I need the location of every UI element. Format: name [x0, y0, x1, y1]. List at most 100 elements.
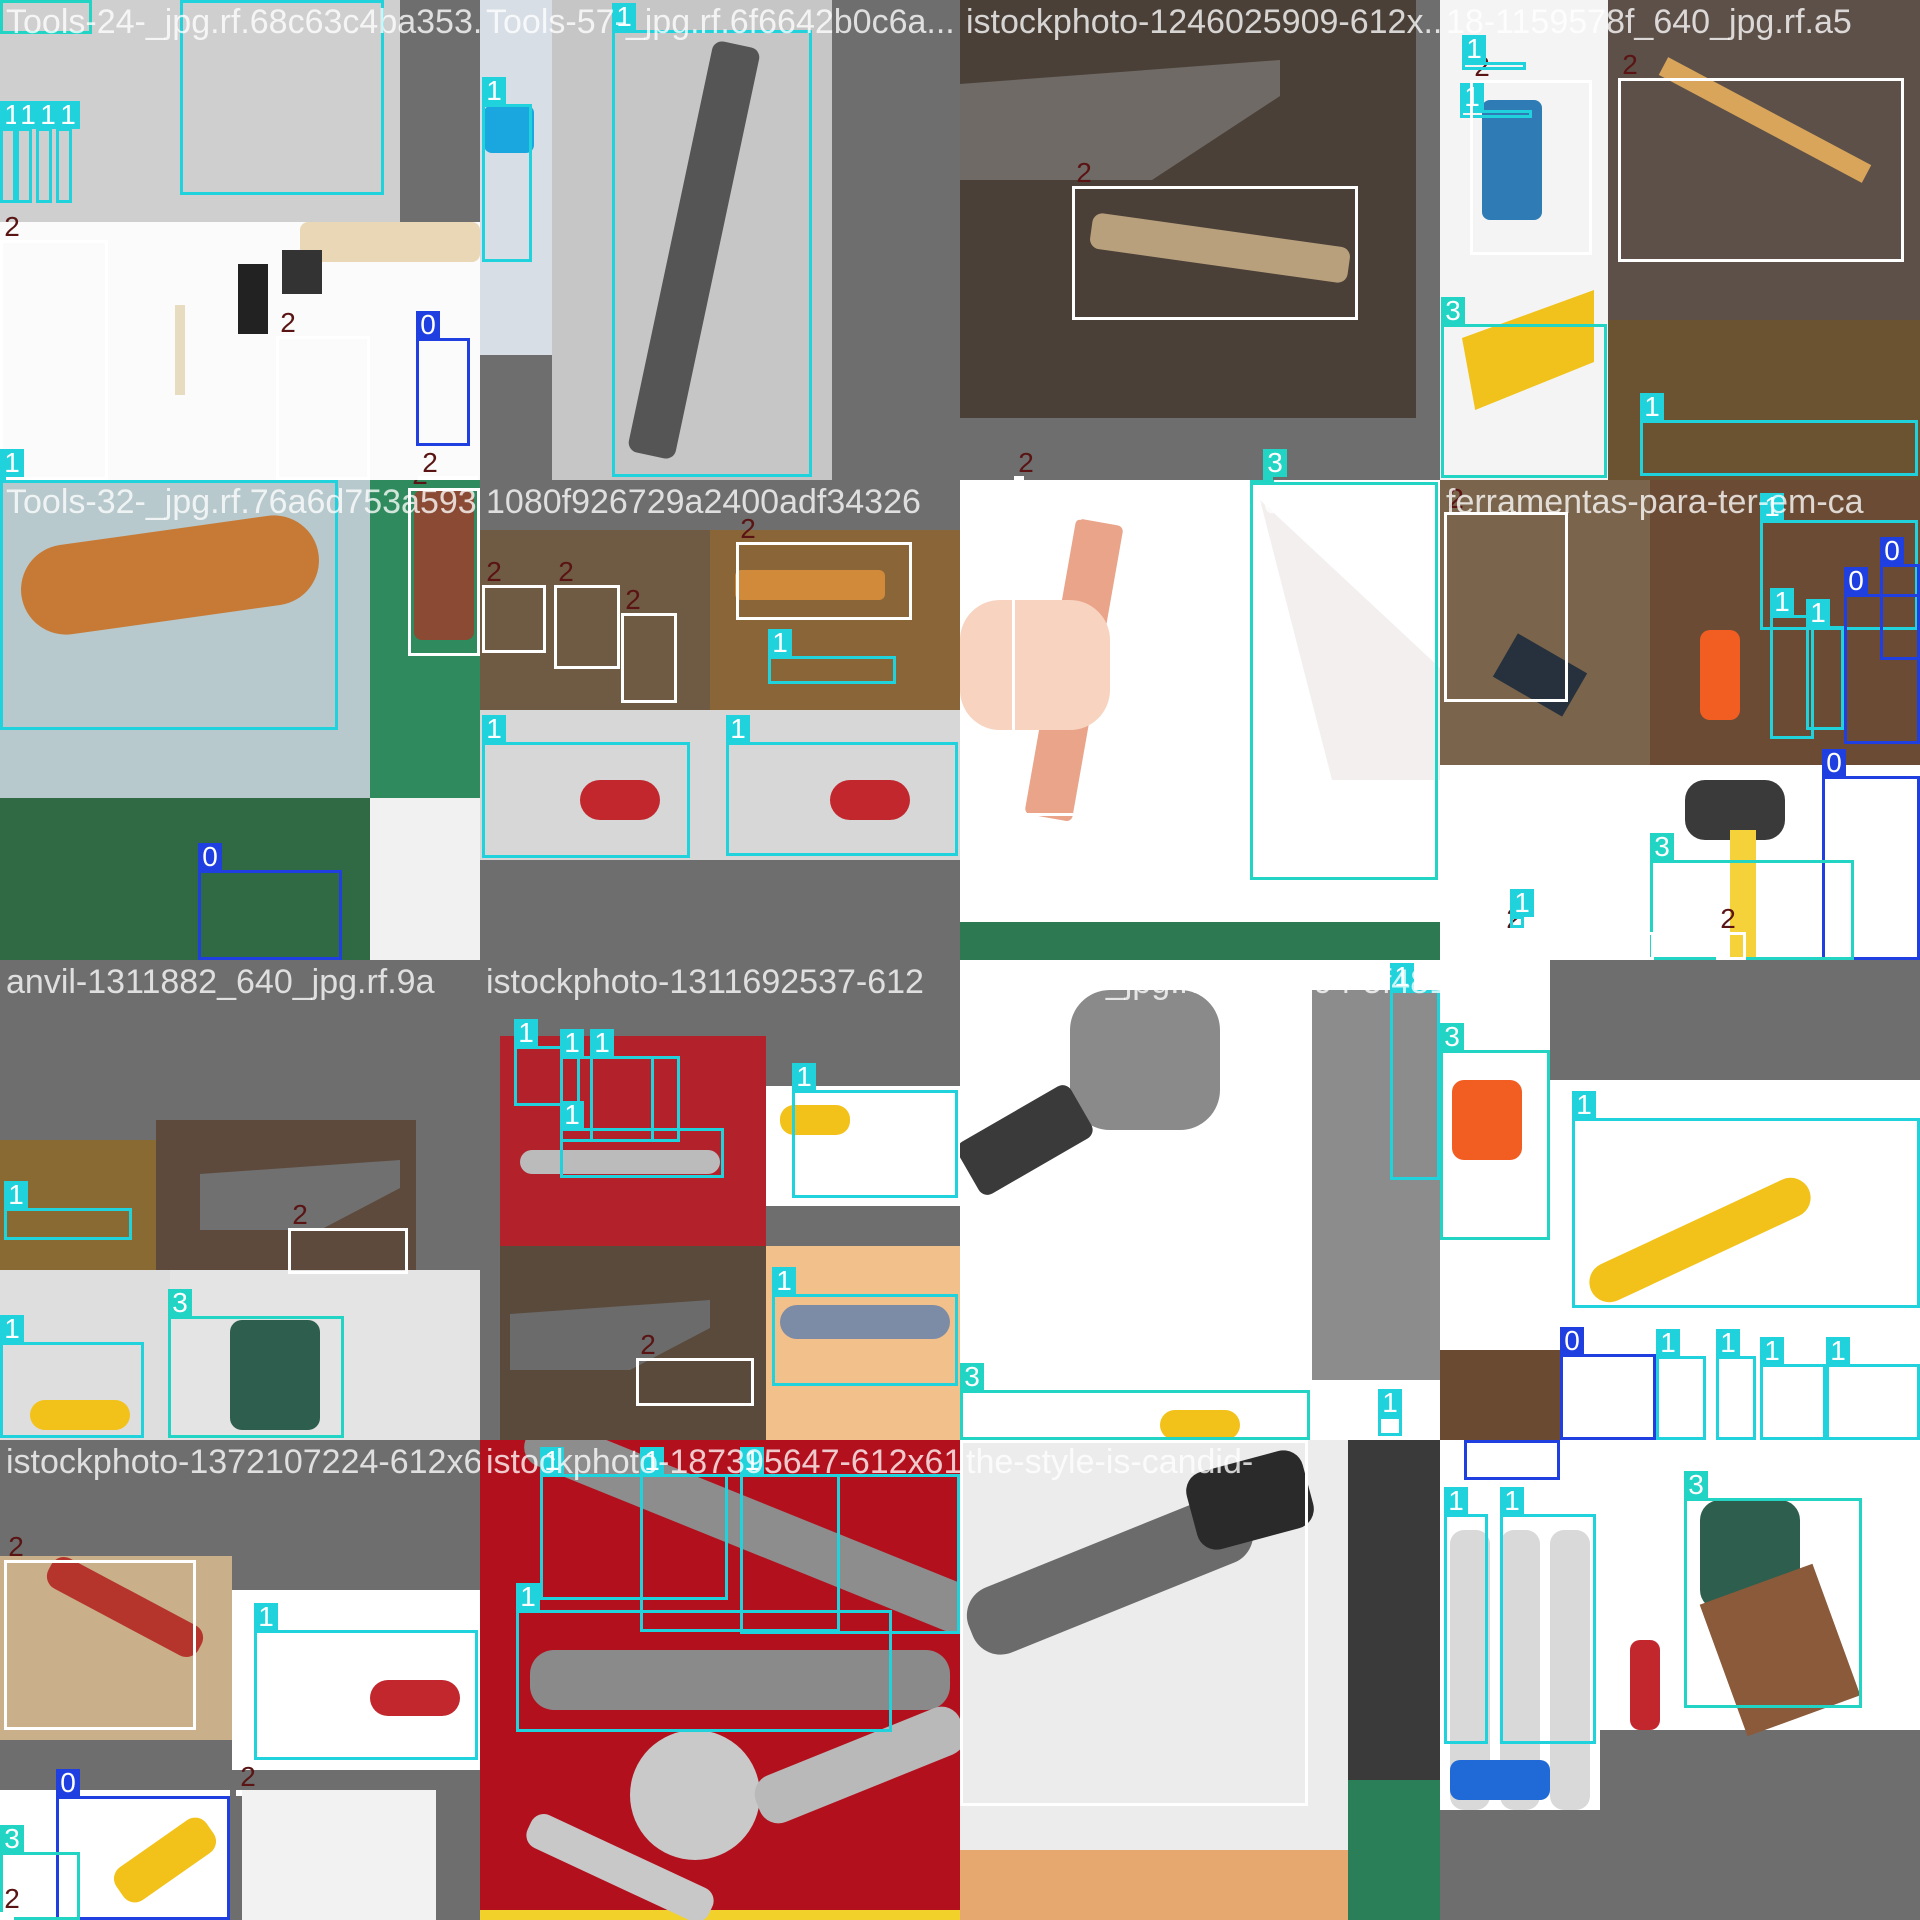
box-class0: 0 [198, 843, 342, 960]
box-class2: 2 [288, 1201, 408, 1274]
box-class2: 2 [236, 1763, 256, 1796]
box-class2: 2 [1012, 480, 1238, 816]
box-class2: 2 [4, 1533, 196, 1730]
box-class1: 1 [768, 629, 896, 684]
tile-2: 1 1 Tools-57-_jpg.rf.6f6642b0c6a... [480, 0, 960, 480]
box-class1: 1 [1510, 889, 1534, 928]
tile-title: 18-1159578f_640_jpg.rf.a5 [1446, 3, 1852, 41]
box-class1: 1 [1826, 1337, 1920, 1440]
bottom-strip [480, 1910, 960, 1920]
red-pliers [1630, 1640, 1660, 1730]
box-class1: 1 [1378, 1389, 1402, 1436]
box-class1: 1 [1462, 35, 1526, 70]
box-class2: 2 [960, 1440, 1308, 1806]
box-class0: 0 [416, 311, 470, 446]
orange-tool [1700, 630, 1740, 720]
tile-title: Tools-32-_jpg.rf.76a6d753a5938f [6, 483, 480, 521]
box-class3: 3 [1250, 480, 1438, 880]
tile-title: Tools-36-_jpg.rf.defd8d94-5f481076dfa6d9… [966, 963, 1440, 1001]
tile-title: ferramentas-para-ter-em-ca [1446, 483, 1864, 521]
tile-title: istockphoto-187395647-612x612 [486, 1443, 960, 1481]
hammer-head [1070, 990, 1220, 1130]
box-class2: 2 [1716, 905, 1746, 960]
box-class1: 1 [482, 77, 532, 262]
tile-8: 2 1 0 0 1 1 0 3 2 2 1 ferramentas-para-t… [1440, 480, 1920, 960]
box-class3: 3 [1650, 833, 1854, 960]
axe-head [282, 250, 322, 294]
detection-mosaic: 3 1 1 1 1 1 2 2 0 2 1 Tools-24-_jpg.rf.6… [0, 0, 1920, 1920]
box-class1: 1 [0, 1315, 144, 1438]
tile-title: 240_F_402365825-612 [966, 483, 1320, 521]
tile-title: Tools-57-_jpg.rf.6f6642b0c6a... [486, 3, 955, 41]
box-class3: 3 [1441, 297, 1607, 478]
box-class0: 0 [1560, 1327, 1656, 1440]
box-class2: 2 [1072, 159, 1358, 320]
cutting-mat [1348, 1780, 1440, 1920]
box-class1: 1 [254, 1603, 478, 1760]
white-panel [370, 798, 480, 960]
box-class1: 1 [772, 1267, 958, 1386]
box-class2: 2 [621, 586, 677, 703]
box-class2: 2 [736, 515, 912, 620]
paint-brush [238, 264, 268, 334]
tile-title: istockphoto-1246025909-612x... [966, 3, 1440, 41]
box-class3: 3 [1684, 1471, 1862, 1708]
axe-handle [300, 222, 480, 262]
tile-6: 2 2 2 2 1 1 1 1080f926729a2400adf34326 [480, 480, 960, 960]
box-class1: 1 [726, 715, 958, 856]
box-class0: 0 [1844, 567, 1920, 744]
box-class1: 1 [1390, 963, 1440, 1180]
tile-7: 2 3 240_F_402365825-612 [960, 480, 1440, 960]
roller-handle [175, 305, 185, 395]
tile-10: 1 1 1 1 1 1 2 istockphoto-1311692537-612 [480, 960, 960, 1440]
tile-9: 1 2 1 3 anvil-1311882_640_jpg.rf.9a [0, 960, 480, 1440]
box-class1: 1 [1444, 1487, 1488, 1744]
box-class2: 2 [0, 213, 108, 480]
box-class3: 3 [168, 1289, 344, 1438]
box-class1: 1 [1806, 599, 1844, 730]
tile-15: 2 the-style-is-candid- [960, 1440, 1440, 1920]
tile-title: 1080f926729a2400adf34326 [486, 483, 921, 521]
tile-3: 2 2 3 istockphoto-1246025909-612x... [960, 0, 1440, 480]
box-class1: 1 [1640, 393, 1918, 476]
box-class2: 2 [636, 1331, 754, 1406]
box-class2: 2 [0, 1885, 20, 1920]
wood-plank-photo [1348, 1440, 1440, 1780]
tile-title: Tools-24-_jpg.rf.68c63c4ba353... [6, 3, 480, 41]
hatchet-photo [242, 1790, 436, 1920]
box-class2: 2 [1618, 51, 1904, 262]
wood-photo [1440, 1350, 1560, 1440]
tile-title: istockphoto-1311692537-612 [486, 963, 924, 1001]
box-class2: 2 [1444, 485, 1568, 702]
tile-13: 2 1 0 3 2 2 istockphoto-1372107224-612x6… [0, 1440, 480, 1920]
tile-title: istockphoto-1372107224-612x6... [6, 1443, 480, 1481]
box-class1: 1 [1716, 1329, 1756, 1440]
box-class1: 1 [1760, 1337, 1826, 1440]
box-class2: 2 [1502, 905, 1654, 960]
box-class1: 1 [16, 101, 40, 203]
box-class2: 2 [482, 558, 546, 653]
table-edge [960, 1850, 1348, 1920]
utility-knife [1450, 1760, 1550, 1800]
tile-12: 3 1 0 1 1 1 1 [1440, 960, 1920, 1440]
box-class0: 0 [56, 1769, 230, 1920]
box-class1: 1 [1656, 1329, 1706, 1440]
tile-4: 2 1 3 1 2 1 18-1159578f_640_jpg.rf.a5 [1440, 0, 1920, 480]
box-class2: 2 [554, 558, 620, 669]
box-class1: 1 [1572, 1091, 1920, 1308]
box-class2: 2 [276, 309, 370, 480]
padding [1550, 960, 1920, 1080]
box-class2: 2 [1470, 53, 1592, 255]
ring-spanner-head [630, 1730, 760, 1860]
tile-14: 1 1 1 1 istockphoto-187395647-612x612 [480, 1440, 960, 1920]
box-class0: 0 [1464, 1440, 1560, 1480]
tile-16: 1 1 0 3 [1440, 1440, 1920, 1920]
box-class1: 1 [516, 1583, 892, 1732]
mat-strip [960, 922, 1440, 960]
box-class1: 1 [482, 715, 690, 858]
box-class3: 3 [960, 1363, 1310, 1440]
box-class1: 1 [0, 101, 24, 203]
box-class1: 1 [56, 101, 80, 203]
tile-5: 1 2 0 Tools-32-_jpg.rf.76a6d753a5938f [0, 480, 480, 960]
box-class1: 1 [612, 3, 812, 477]
